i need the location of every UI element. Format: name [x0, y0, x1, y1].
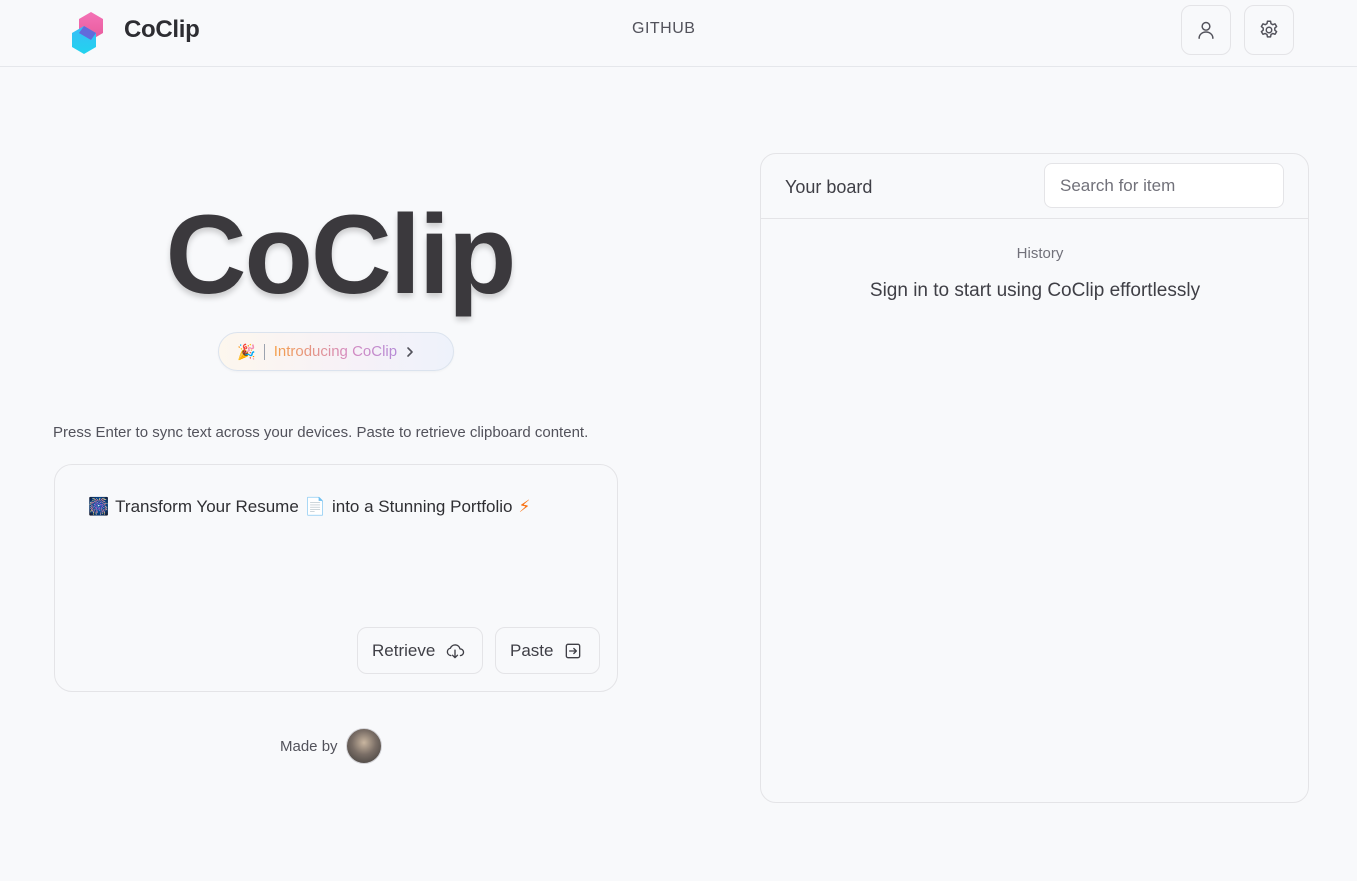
sign-in-message: Sign in to start using CoClip effortless…	[869, 280, 1201, 301]
top-navbar: CoClip GITHUB	[0, 0, 1357, 67]
retrieve-button[interactable]: Retrieve	[357, 627, 483, 674]
made-by-label: Made by	[280, 737, 338, 755]
author-avatar[interactable]	[345, 728, 382, 764]
search-input[interactable]	[1044, 163, 1284, 208]
editor-text-part1: Transform Your Resume	[115, 497, 299, 516]
paste-label: Paste	[510, 640, 554, 660]
editor-text-part2: into a Stunning Portfolio	[331, 497, 513, 516]
lightning-emoji: ⚡	[518, 497, 531, 516]
made-by: Made by	[280, 728, 382, 764]
board-header: Your board	[761, 154, 1308, 219]
party-popper-icon: 🎉	[237, 343, 256, 361]
chevron-right-icon	[407, 346, 413, 357]
helper-text: Press Enter to sync text across your dev…	[53, 424, 589, 441]
paste-button[interactable]: Paste	[495, 627, 600, 674]
pill-divider	[263, 343, 265, 360]
settings-button[interactable]	[1244, 5, 1294, 55]
history-label: History	[1016, 245, 1064, 262]
coclip-logo[interactable]	[65, 11, 111, 57]
introducing-pill[interactable]: 🎉 Introducing CoClip	[218, 332, 454, 371]
retrieve-label: Retrieve	[372, 640, 436, 660]
gear-icon	[1260, 20, 1278, 38]
fireworks-emoji: 🎆	[88, 497, 110, 516]
user-icon	[1198, 21, 1214, 39]
user-button[interactable]	[1181, 5, 1231, 55]
arrow-into-box-icon	[566, 643, 581, 658]
github-link[interactable]: GITHUB	[632, 20, 695, 38]
board-panel: Your board History Sign in to start usin…	[760, 153, 1309, 803]
brand-name[interactable]: CoClip	[124, 16, 200, 44]
clipboard-editor[interactable]: 🎆 Transform Your Resume 📄 into a Stunnin…	[54, 464, 618, 692]
page-emoji: 📄	[304, 497, 326, 516]
cloud-download-icon	[447, 643, 465, 658]
hero-title: CoClip	[165, 192, 517, 317]
pill-label: Introducing CoClip	[273, 343, 398, 360]
board-title: Your board	[785, 177, 873, 197]
editor-content[interactable]: 🎆 Transform Your Resume 📄 into a Stunnin…	[88, 497, 530, 517]
